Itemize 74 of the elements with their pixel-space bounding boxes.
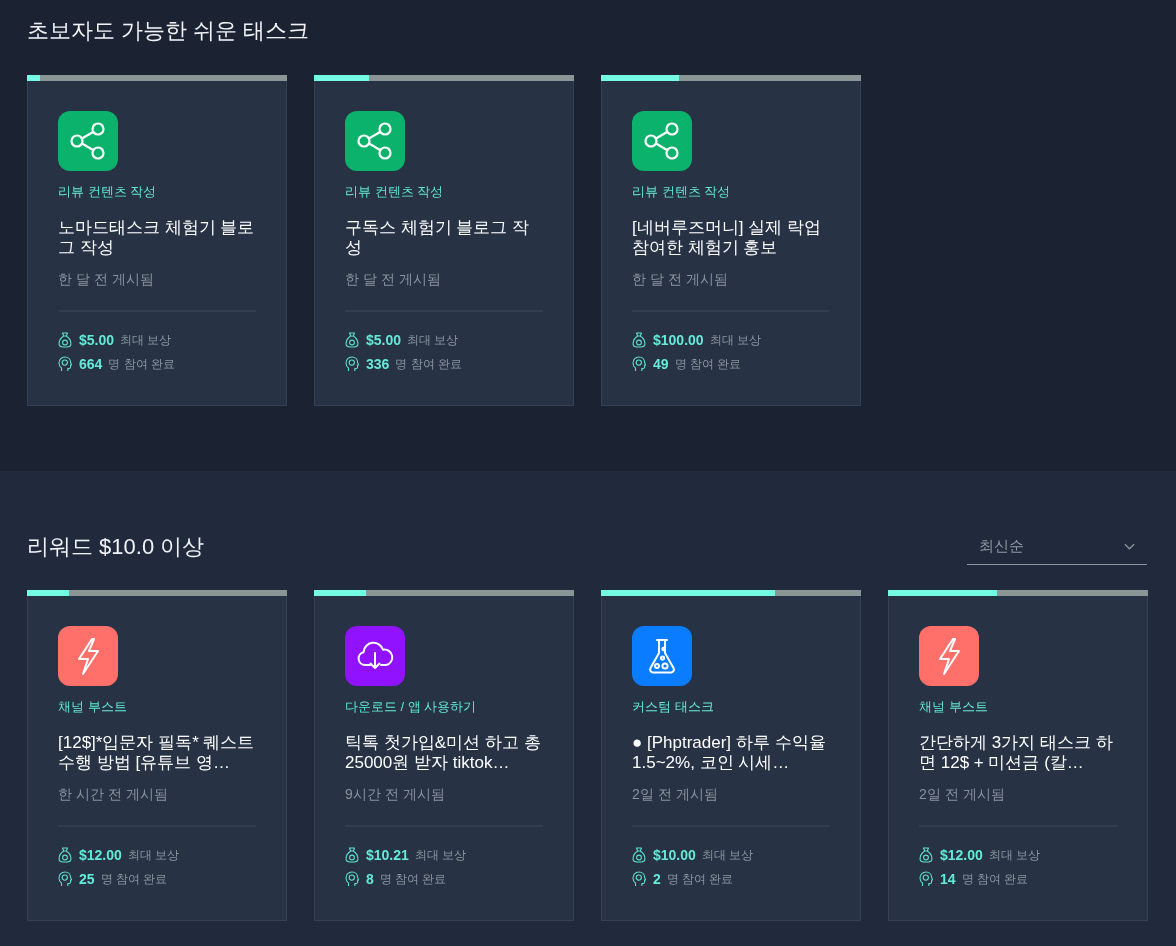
participant-count: 14 [940, 871, 956, 887]
participant-label: 명 참여 완료 [961, 870, 1029, 888]
reward-label: 최대 보상 [701, 846, 754, 864]
head-coin-icon [58, 356, 72, 372]
reward-amount: $5.00 [366, 332, 402, 348]
category-label: 리뷰 컨텐츠 작성 [345, 183, 445, 201]
head-coin-icon [345, 871, 359, 887]
participant-count: 25 [79, 871, 95, 887]
money-bag-icon [919, 847, 933, 863]
category-label: 리뷰 컨텐츠 작성 [632, 183, 732, 201]
participant-count: 336 [366, 356, 390, 372]
participant-label: 명 참여 완료 [108, 355, 176, 373]
category-label: 커스텀 태스크 [632, 698, 715, 716]
participant-label: 명 참여 완료 [100, 870, 168, 888]
posted-time: 한 달 전 게시됨 [345, 270, 442, 289]
task-card[interactable]: 리뷰 컨텐츠 작성 구독스 체험기 블로그 작성 한 달 전 게시됨 $5.00 최대 보상 336 명 참여 완료 [314, 75, 574, 406]
money-bag-icon [632, 332, 646, 348]
participant-label: 명 참여 완료 [379, 870, 447, 888]
participant-count: 664 [79, 356, 103, 372]
task-card[interactable]: 리뷰 컨텐츠 작성 [네버루즈머니] 실제 락업 참여한 체험기 홍보 한 달 전 게시됨 $100.00 최대 보상 49 명 참여 완료 [601, 75, 861, 406]
chevron-down-icon [1124, 543, 1135, 550]
reward-label: 최대 보상 [709, 331, 761, 349]
reward-amount: $100.00 [653, 332, 704, 348]
category-label: 채널 부스트 [919, 698, 989, 716]
task-title[interactable]: 간단하게 3가지 태스크 하면 12$ + 미션금 (칼… [919, 733, 1117, 773]
participant-label: 명 참여 완료 [674, 355, 742, 373]
task-title[interactable]: [네버루즈머니] 실제 락업 참여한 체험기 홍보 [632, 218, 830, 258]
money-bag-icon [632, 847, 646, 863]
reward-amount: $12.00 [940, 847, 983, 863]
money-bag-icon [58, 847, 72, 863]
reward-label: 최대 보상 [988, 846, 1041, 864]
category-label: 리뷰 컨텐츠 작성 [58, 183, 158, 201]
head-coin-icon [632, 356, 646, 372]
category-label: 채널 부스트 [58, 698, 128, 716]
category-label: 다운로드 / 앱 사용하기 [345, 698, 478, 716]
task-card[interactable]: 채널 부스트 [12$]*입문자 필독* 퀘스트 수행 방법 [유튜브 영… 한 시간 전 게시됨 $12.00 최대 보상 25 명 참여 완료 [27, 590, 287, 921]
head-coin-icon [345, 356, 359, 372]
sort-dropdown[interactable]: 최신순 [967, 529, 1147, 565]
posted-time: 9시간 전 게시됨 [345, 785, 446, 804]
participant-count: 2 [653, 871, 661, 887]
head-coin-icon [58, 871, 72, 887]
reward-label: 최대 보상 [407, 331, 459, 349]
reward-amount: $12.00 [79, 847, 122, 863]
posted-time: 한 달 전 게시됨 [632, 270, 729, 289]
participant-label: 명 참여 완료 [666, 870, 734, 888]
money-bag-icon [345, 847, 359, 863]
task-title[interactable]: 노마드태스크 체험기 블로그 작성 [58, 218, 256, 258]
section-title: 초보자도 가능한 쉬운 태스크 [27, 18, 310, 44]
task-title[interactable]: ● [Phptrader] 하루 수익율 1.5~2%, 코인 시세… [632, 733, 830, 773]
money-bag-icon [345, 332, 359, 348]
money-bag-icon [58, 332, 72, 348]
reward-label: 최대 보상 [414, 846, 467, 864]
head-coin-icon [632, 871, 646, 887]
participant-count: 49 [653, 356, 669, 372]
reward-label: 최대 보상 [127, 846, 180, 864]
section-title: 리워드 $10.0 이상 [27, 534, 205, 560]
task-card[interactable]: 리뷰 컨텐츠 작성 노마드태스크 체험기 블로그 작성 한 달 전 게시됨 $5.00 최대 보상 664 명 참여 완료 [27, 75, 287, 406]
posted-time: 한 시간 전 게시됨 [58, 785, 169, 804]
task-card[interactable]: 다운로드 / 앱 사용하기 틱톡 첫가입&미션 하고 총 25000원 받자 tiktok… 9시간 전 게시됨 $10.21 최대 보상 8 명 참여 완료 [314, 590, 574, 921]
reward-label: 최대 보상 [120, 331, 172, 349]
reward-amount: $10.21 [366, 847, 409, 863]
head-coin-icon [919, 871, 933, 887]
posted-time: 한 달 전 게시됨 [58, 270, 155, 289]
reward-amount: $10.00 [653, 847, 696, 863]
reward-amount: $5.00 [79, 332, 115, 348]
posted-time: 2일 전 게시됨 [919, 785, 1006, 804]
task-card[interactable]: 채널 부스트 간단하게 3가지 태스크 하면 12$ + 미션금 (칼… 2일 전 게시됨 $12.00 최대 보상 14 명 참여 완료 [888, 590, 1148, 921]
task-title[interactable]: [12$]*입문자 필독* 퀘스트 수행 방법 [유튜브 영… [58, 733, 256, 773]
participant-label: 명 참여 완료 [395, 355, 463, 373]
posted-time: 2일 전 게시됨 [632, 785, 719, 804]
task-card[interactable]: 커스텀 태스크 ● [Phptrader] 하루 수익율 1.5~2%, 코인 시세… 2일 전 게시됨 $10.00 최대 보상 2 명 참여 완료 [601, 590, 861, 921]
participant-count: 8 [366, 871, 374, 887]
task-title[interactable]: 틱톡 첫가입&미션 하고 총 25000원 받자 tiktok… [345, 733, 543, 773]
task-title[interactable]: 구독스 체험기 블로그 작성 [345, 218, 543, 258]
